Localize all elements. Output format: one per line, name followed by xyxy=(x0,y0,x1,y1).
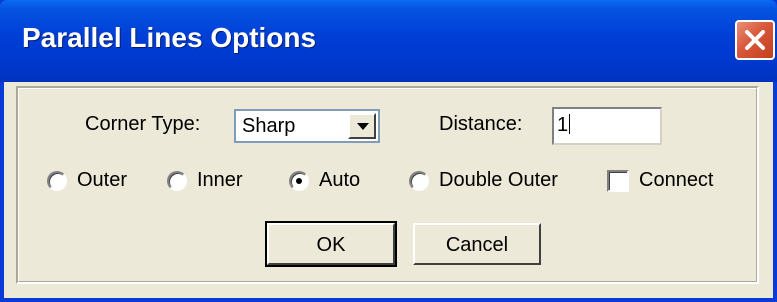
close-button[interactable] xyxy=(735,20,775,60)
corner-type-value: Sharp xyxy=(242,115,296,137)
corner-type-dropdown-button[interactable] xyxy=(348,113,376,139)
dialog-window: Parallel Lines Options Corner Type: Shar… xyxy=(0,0,777,302)
text-caret xyxy=(569,114,571,134)
close-icon xyxy=(745,30,765,50)
cancel-button[interactable]: Cancel xyxy=(413,223,541,265)
dialog-title: Parallel Lines Options xyxy=(22,22,317,53)
title-bar[interactable]: Parallel Lines Options xyxy=(0,0,777,82)
auto-radio[interactable] xyxy=(289,171,309,191)
ok-button-label: OK xyxy=(316,234,346,256)
connect-checkbox-label[interactable]: Connect xyxy=(639,169,714,192)
distance-input[interactable]: 1 xyxy=(552,107,662,145)
dialog-body: Corner Type: Sharp Distance: 1 Outer Inn… xyxy=(4,82,773,298)
outer-radio[interactable] xyxy=(47,171,67,191)
double-outer-radio[interactable] xyxy=(409,171,429,191)
corner-type-label: Corner Type: xyxy=(85,113,201,135)
connect-checkbox[interactable] xyxy=(607,170,629,192)
options-group: Corner Type: Sharp Distance: 1 Outer Inn… xyxy=(16,86,759,284)
double-outer-radio-label[interactable]: Double Outer xyxy=(439,169,558,192)
corner-type-select[interactable]: Sharp xyxy=(234,109,380,143)
distance-label: Distance: xyxy=(439,113,523,135)
auto-radio-label[interactable]: Auto xyxy=(319,169,360,192)
cancel-button-label: Cancel xyxy=(445,234,509,256)
radio-selected-dot xyxy=(296,178,302,184)
distance-value: 1 xyxy=(557,114,569,136)
outer-radio-label[interactable]: Outer xyxy=(77,169,127,192)
inner-radio[interactable] xyxy=(167,171,187,191)
inner-radio-label[interactable]: Inner xyxy=(197,169,243,192)
ok-button[interactable]: OK xyxy=(265,221,397,267)
chevron-down-icon xyxy=(357,123,369,130)
